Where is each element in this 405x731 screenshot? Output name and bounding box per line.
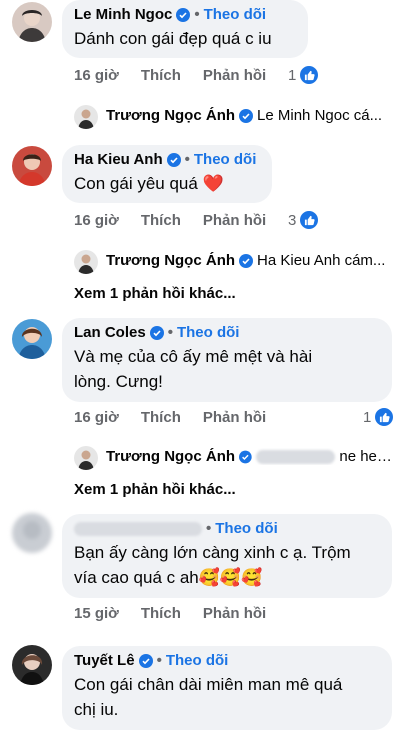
avatar[interactable] — [12, 513, 52, 553]
reply-text: ne he d... — [339, 448, 396, 465]
reply-button[interactable]: Phản hồi — [203, 212, 266, 229]
comment-text-line-1: Bạn ấy càng lớn càng xinh c ạ. Trộm — [74, 543, 351, 562]
follow-button[interactable]: Theo dõi — [215, 520, 278, 537]
verified-badge-icon — [176, 7, 191, 22]
like-button[interactable]: Thích — [141, 67, 181, 84]
reply-author[interactable]: Trương Ngọc Ánh — [106, 107, 235, 124]
avatar[interactable] — [12, 2, 52, 42]
comment-time[interactable]: 16 giờ — [74, 409, 119, 426]
follow-button[interactable]: Theo dõi — [204, 6, 267, 23]
comment-text-line-1: Con gái chân dài miên man mê quá — [74, 675, 343, 694]
comment-time[interactable]: 15 giờ — [74, 605, 119, 622]
comment-actions: 16 giờ Thích Phản hồi — [74, 67, 288, 84]
reply-button[interactable]: Phản hồi — [203, 605, 266, 622]
author-name[interactable]: Lan Coles — [74, 324, 146, 341]
like-icon — [374, 407, 395, 427]
separator-dot: • — [156, 652, 162, 669]
reaction-count[interactable]: 3 — [288, 210, 320, 230]
separator-dot: • — [167, 324, 173, 341]
reply-preview[interactable]: Trương Ngọc Ánh Ha Kieu Anh cám... — [106, 252, 396, 269]
comment-actions: 16 giờ Thích Phản hồi — [74, 212, 288, 229]
reply-author[interactable]: Trương Ngọc Ánh — [106, 448, 235, 465]
avatar[interactable] — [12, 319, 52, 359]
like-count: 1 — [288, 66, 297, 84]
comment-text-line-2: vía cao quá c ah🥰🥰🥰 — [74, 568, 263, 587]
like-count: 1 — [363, 408, 372, 426]
verified-badge-icon — [138, 653, 153, 668]
avatar[interactable] — [12, 146, 52, 186]
comment-text-line-2: chị iu. — [74, 700, 119, 719]
reply-text: Le Minh Ngoc cá... — [257, 107, 383, 124]
verified-badge-icon — [149, 325, 164, 340]
like-button[interactable]: Thích — [141, 409, 181, 426]
reply-avatar[interactable] — [74, 446, 98, 470]
comment-text: Dánh con gái đẹp quá c iu — [74, 29, 272, 48]
reply-button[interactable]: Phản hồi — [203, 67, 266, 84]
verified-badge-icon — [239, 108, 254, 123]
reply-text: Ha Kieu Anh cám... — [257, 252, 386, 269]
verified-badge-icon — [239, 253, 254, 268]
reply-avatar[interactable] — [74, 105, 98, 129]
comment-bubble: Lan Coles • Theo dõi Và mẹ của cô ấy mê … — [62, 318, 392, 402]
comment-text: Con gái yêu quá ❤️ — [74, 174, 224, 193]
like-count: 3 — [288, 211, 297, 229]
view-more-replies-link[interactable]: Xem 1 phản hồi khác... — [74, 481, 236, 498]
separator-dot: • — [194, 6, 200, 23]
like-icon — [299, 210, 320, 230]
reply-preview[interactable]: Trương Ngọc Ánh ne he d... — [106, 448, 396, 465]
like-button[interactable]: Thích — [141, 605, 181, 622]
comment-actions: 16 giờ Thích Phản hồi — [74, 409, 288, 426]
author-name[interactable]: Ha Kieu Anh — [74, 151, 163, 168]
author-name[interactable]: Le Minh Ngoc — [74, 6, 172, 23]
comment-time[interactable]: 16 giờ — [74, 67, 119, 84]
verified-badge-icon — [166, 152, 181, 167]
comment-text-line-1: Và mẹ của cô ấy mê mệt và hài — [74, 347, 313, 366]
separator-dot: • — [184, 151, 190, 168]
follow-button[interactable]: Theo dõi — [177, 324, 240, 341]
verified-badge-icon — [239, 450, 252, 463]
comment-time[interactable]: 16 giờ — [74, 212, 119, 229]
follow-button[interactable]: Theo dõi — [194, 151, 257, 168]
view-more-replies-link[interactable]: Xem 1 phản hồi khác... — [74, 285, 236, 302]
comment-text-line-2: lòng. Cưng! — [74, 372, 163, 391]
comment-bubble: Tuyết Lê • Theo dõi Con gái chân dài miê… — [62, 646, 392, 730]
author-name[interactable]: Tuyết Lê — [74, 652, 135, 669]
reply-button[interactable]: Phản hồi — [203, 409, 266, 426]
like-button[interactable]: Thích — [141, 212, 181, 229]
reply-author[interactable]: Trương Ngọc Ánh — [106, 252, 235, 269]
comment-actions: 15 giờ Thích Phản hồi — [74, 605, 288, 622]
avatar[interactable] — [12, 645, 52, 685]
like-icon — [299, 65, 320, 85]
reply-avatar[interactable] — [74, 250, 98, 274]
comment-bubble: Ha Kieu Anh • Theo dõi Con gái yêu quá ❤… — [62, 145, 272, 203]
reaction-count[interactable]: 1 — [363, 407, 395, 427]
separator-dot: • — [206, 520, 212, 537]
follow-button[interactable]: Theo dõi — [166, 652, 229, 669]
comment-bubble: Le Minh Ngoc • Theo dõi Dánh con gái đẹp… — [62, 0, 308, 58]
blurred-author-name — [74, 521, 202, 536]
reaction-count[interactable]: 1 — [288, 65, 320, 85]
comment-bubble: • Theo dõi Bạn ấy càng lớn càng xinh c ạ… — [62, 514, 392, 598]
blurred-mention — [255, 449, 336, 464]
reply-preview[interactable]: Trương Ngọc Ánh Le Minh Ngoc cá... — [106, 107, 396, 124]
